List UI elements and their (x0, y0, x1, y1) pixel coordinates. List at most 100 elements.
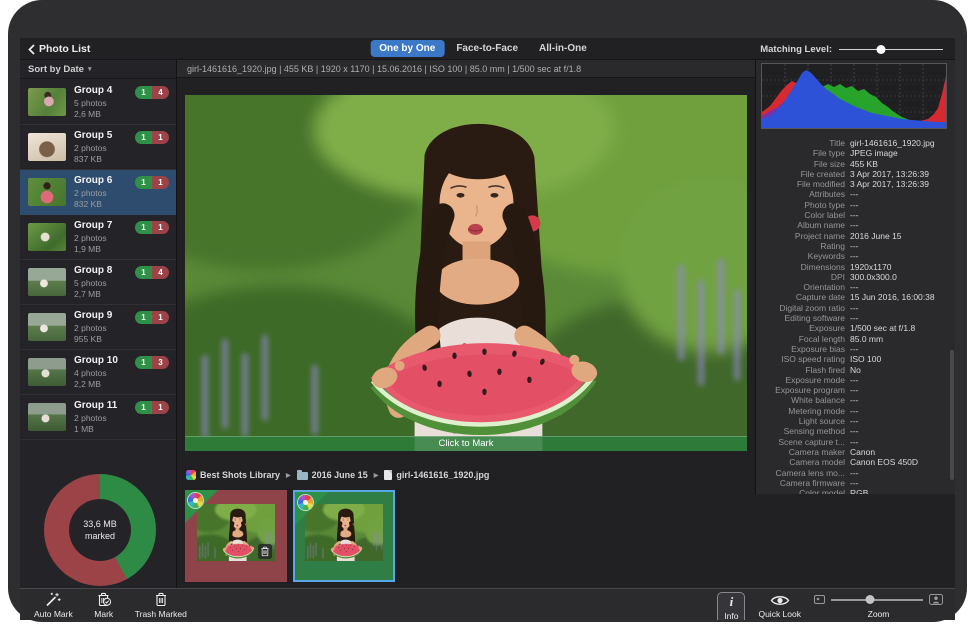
group-list-item[interactable]: Group 11 2 photos 1 MB 1 1 (20, 395, 176, 440)
group-size: 837 KB (74, 154, 102, 164)
zoom-slider-thumb[interactable] (865, 595, 874, 604)
group-photo-count: 5 photos (74, 278, 107, 288)
trash-marked-label: Trash Marked (135, 609, 187, 619)
marked-count: 1 (152, 176, 169, 189)
metadata-label: ISO speed rating (756, 354, 850, 364)
exif-metadata-list: Title girl-1461616_1920.jpg File type JP… (756, 138, 949, 494)
metadata-label: File modified (756, 179, 850, 189)
metadata-value: --- (850, 478, 859, 488)
kept-count: 1 (135, 176, 152, 189)
filmstrip-thumbnail[interactable] (293, 490, 395, 582)
metadata-value: RGB (850, 488, 868, 494)
group-size: 2,6 MB (74, 109, 101, 119)
group-list-item[interactable]: Group 7 2 photos 1,9 MB 1 1 (20, 215, 176, 260)
trash-icon (260, 546, 270, 557)
metadata-value: 300.0x300.0 (850, 272, 897, 282)
breadcrumb-item[interactable]: girl-1461616_1920.jpg (374, 470, 490, 480)
view-mode-tab[interactable]: One by One (370, 40, 444, 57)
kept-count: 1 (135, 356, 152, 369)
marked-trash-badge[interactable] (258, 544, 272, 559)
breadcrumb-item[interactable]: 2016 June 15 (286, 470, 368, 480)
zoom-control: Zoom (814, 592, 943, 619)
metadata-row: Camera lens mo... --- (756, 468, 949, 478)
view-mode-tabs: One by OneFace-to-FaceAll-in-One (370, 40, 596, 57)
metadata-value: 3 Apr 2017, 13:26:39 (850, 169, 929, 179)
group-size: 2,2 MB (74, 379, 101, 389)
metadata-label: Focal length (756, 334, 850, 344)
main-photo[interactable]: Click to Mark (185, 95, 747, 451)
metadata-label: Camera model (756, 457, 850, 467)
metadata-label: Exposure mode (756, 375, 850, 385)
group-thumbnail (28, 403, 66, 431)
filmstrip-thumbnail[interactable] (185, 490, 287, 582)
metadata-label: Capture date (756, 292, 850, 302)
group-photo-count: 2 photos (74, 233, 107, 243)
metadata-label: White balance (756, 395, 850, 405)
zoom-slider[interactable] (831, 595, 923, 605)
metadata-value: --- (850, 344, 859, 354)
metadata-value: No (850, 365, 861, 375)
marked-count: 1 (152, 221, 169, 234)
metadata-row: ISO speed rating ISO 100 (756, 354, 949, 364)
quick-look-label: Quick Look (758, 609, 801, 619)
slider-track[interactable] (839, 49, 943, 51)
metadata-row: Rating --- (756, 241, 949, 251)
metadata-value: Canon (850, 447, 875, 457)
marked-count: 4 (152, 266, 169, 279)
chevron-down-icon: ▾ (88, 60, 92, 79)
metadata-label: Camera maker (756, 447, 850, 457)
auto-mark-button[interactable]: Auto Mark (34, 592, 73, 619)
metadata-value: JPEG image (850, 148, 898, 158)
group-list-item[interactable]: Group 8 5 photos 2,7 MB 1 4 (20, 260, 176, 305)
matching-level-slider[interactable] (839, 44, 943, 54)
group-list-item[interactable]: Group 6 2 photos 832 KB 1 1 (20, 170, 176, 215)
group-thumbnail (28, 358, 66, 386)
metadata-label: Light source (756, 416, 850, 426)
metadata-value: --- (850, 282, 859, 292)
view-mode-tab[interactable]: All-in-One (530, 40, 596, 57)
inspector-scrollbar[interactable] (950, 350, 954, 480)
photos-library-icon (188, 493, 203, 508)
group-list-item[interactable]: Group 10 4 photos 2,2 MB 1 3 (20, 350, 176, 395)
marked-size-caption: marked (85, 530, 115, 542)
metadata-label: Editing software (756, 313, 850, 323)
kept-count: 1 (135, 131, 152, 144)
group-name: Group 9 (74, 310, 112, 321)
metadata-value: girl-1461616_1920.jpg (850, 138, 935, 148)
group-thumbnail (28, 313, 66, 341)
click-to-mark-button[interactable]: Click to Mark (185, 436, 747, 451)
metadata-label: Photo type (756, 200, 850, 210)
group-size: 1,9 MB (74, 244, 101, 254)
back-to-photo-list-button[interactable]: Photo List (28, 38, 90, 60)
group-list-item[interactable]: Group 9 2 photos 955 KB 1 1 (20, 305, 176, 350)
back-label: Photo List (39, 43, 90, 55)
metadata-value: --- (850, 189, 859, 199)
slider-thumb[interactable] (876, 45, 885, 54)
metadata-row: Album name --- (756, 220, 949, 230)
group-list-item[interactable]: Group 5 2 photos 837 KB 1 1 (20, 125, 176, 170)
sort-dropdown[interactable]: Sort by Date ▾ (20, 60, 176, 79)
metadata-value: --- (850, 416, 859, 426)
group-photo-count: 2 photos (74, 188, 107, 198)
main-photo-image (185, 95, 747, 451)
metadata-value: 1920x1170 (850, 262, 891, 272)
trash-marked-button[interactable]: Trash Marked (135, 592, 187, 619)
quick-look-button[interactable]: Quick Look (758, 592, 801, 619)
metadata-row: Flash fired No (756, 365, 949, 375)
filmstrip (185, 490, 395, 582)
info-button[interactable]: i Info (717, 592, 745, 620)
mark-button[interactable]: Mark (90, 592, 118, 619)
metadata-row: Exposure 1/500 sec at f/1.8 (756, 323, 949, 333)
metadata-row: Editing software --- (756, 313, 949, 323)
metadata-value: --- (850, 313, 859, 323)
group-list-item[interactable]: Group 4 5 photos 2,6 MB 1 4 (20, 80, 176, 125)
info-icon: i (730, 594, 734, 609)
kept-count: 1 (135, 86, 152, 99)
group-size: 2,7 MB (74, 289, 101, 299)
metadata-row: File modified 3 Apr 2017, 13:26:39 (756, 179, 949, 189)
view-mode-tab[interactable]: Face-to-Face (447, 40, 527, 57)
breadcrumb-item[interactable]: Best Shots Library (186, 470, 280, 480)
group-name: Group 6 (74, 175, 112, 186)
group-name: Group 7 (74, 220, 112, 231)
zoom-slider-track[interactable] (831, 599, 923, 601)
